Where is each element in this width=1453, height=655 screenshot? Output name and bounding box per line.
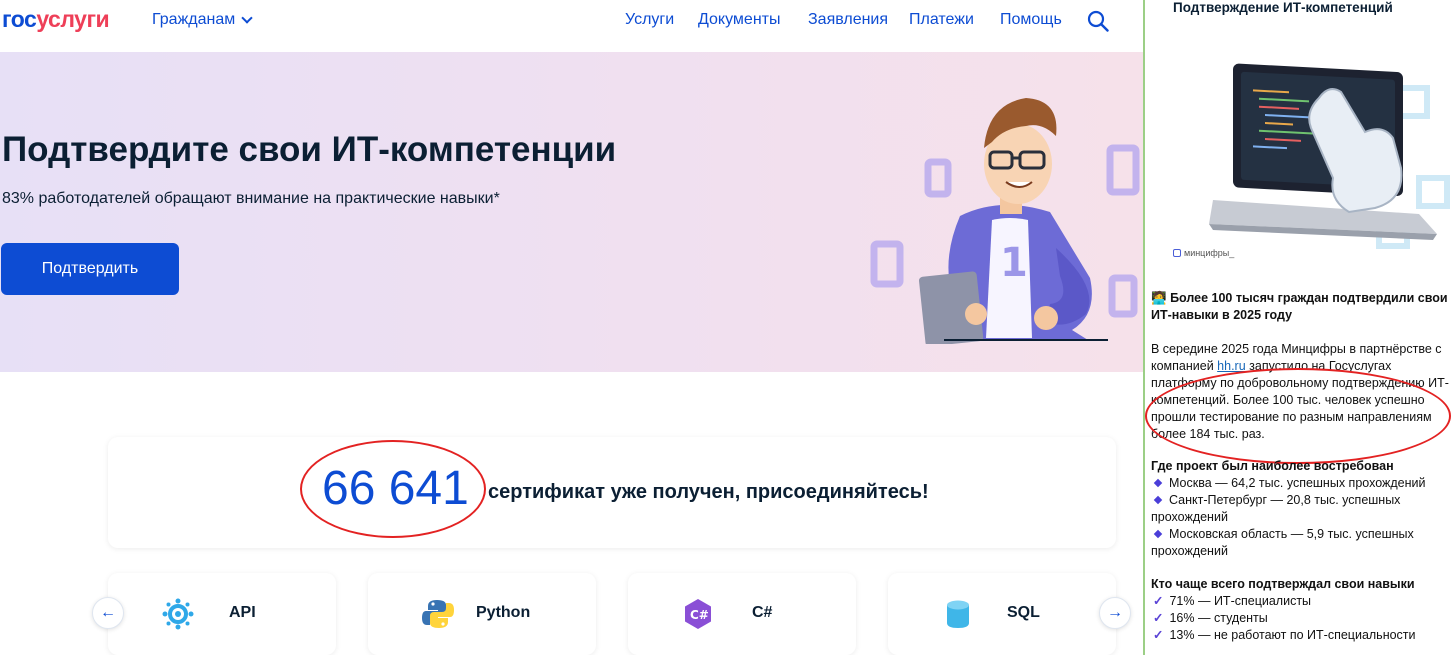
- arrow-left-icon: ←: [100, 604, 116, 621]
- nav-services[interactable]: Услуги: [625, 11, 674, 29]
- who-section: Кто чаще всего подтверждал свои навыки ✓…: [1151, 576, 1451, 644]
- nav-documents[interactable]: Документы: [698, 11, 780, 29]
- developer-illustration: 1: [870, 98, 1140, 344]
- carousel-prev-button[interactable]: ←: [92, 597, 124, 629]
- checkmark-icon: ✓: [1153, 594, 1164, 608]
- card-api[interactable]: API: [108, 573, 336, 655]
- chevron-down-icon: [241, 11, 253, 24]
- diamond-bullet-icon: [1153, 529, 1163, 539]
- certificate-text: сертификат уже получен, присоединяйтесь!: [488, 481, 929, 503]
- region-spb: Санкт-Петербург — 20,8 тыс. успешных про…: [1151, 493, 1401, 524]
- sql-icon: [947, 600, 969, 628]
- image-caption: минцифры_: [1184, 248, 1235, 258]
- nav-help[interactable]: Помощь: [1000, 11, 1062, 29]
- laptop-hand-image: [1209, 63, 1450, 249]
- gosuslugi-page: госуслуги Гражданам Услуги Документы Зая…: [0, 0, 1143, 655]
- csharp-icon: C#: [685, 599, 711, 629]
- hero-subtitle: 83% работодателей обращают внимание на п…: [2, 190, 500, 207]
- confirm-button[interactable]: Подтвердить: [1, 243, 179, 295]
- who-non-it: 13% — не работают по ИТ-специальности: [1169, 628, 1416, 642]
- logo-part-gos: гос: [2, 6, 37, 32]
- who-it-specialists: 71% — ИТ-специалисты: [1169, 594, 1312, 608]
- card-sql[interactable]: SQL: [888, 573, 1116, 655]
- carousel-next-button[interactable]: →: [1099, 597, 1131, 629]
- logo-part-uslugi: услуги: [36, 6, 110, 32]
- region-moscow: Москва — 64,2 тыс. успешных прохождений: [1169, 476, 1426, 490]
- who-students: 16% — студенты: [1169, 611, 1268, 625]
- svg-text:C#: C#: [690, 608, 709, 622]
- card-python[interactable]: Python: [368, 573, 596, 655]
- svg-text:1: 1: [1000, 240, 1028, 286]
- annotation-ellipse: [300, 440, 486, 538]
- api-icon: [162, 598, 194, 630]
- annotation-ellipse-panel: [1145, 368, 1451, 464]
- list-item: ✓ 71% — ИТ-специалисты: [1151, 594, 1311, 608]
- technologist-emoji-icon: 🧑‍💻: [1151, 291, 1167, 305]
- diamond-bullet-icon: [1153, 478, 1163, 488]
- arrow-right-icon: →: [1107, 604, 1123, 621]
- regions-section: Где проект был наиболее востребован Моск…: [1151, 458, 1451, 560]
- diamond-bullet-icon: [1153, 495, 1163, 505]
- news-panel: Подтверждение ИТ-компетенций минцифры_ 🧑…: [1145, 0, 1453, 655]
- site-header: госуслуги Гражданам Услуги Документы Зая…: [0, 0, 1143, 52]
- hero-banner: Подтвердите свои ИТ-компетенции 83% рабо…: [0, 52, 1143, 372]
- list-item: Санкт-Петербург — 20,8 тыс. успешных про…: [1151, 493, 1400, 524]
- list-item: Московская область — 5,9 тыс. успешных п…: [1151, 527, 1414, 558]
- nav-payments[interactable]: Платежи: [909, 11, 974, 29]
- card-label: C#: [752, 604, 773, 621]
- headline-text: Более 100 тысяч граждан подтвердили свои…: [1151, 291, 1448, 322]
- card-csharp[interactable]: C# C#: [628, 573, 856, 655]
- card-label: API: [229, 604, 256, 621]
- list-item: ✓ 13% — не работают по ИТ-специальности: [1151, 628, 1416, 642]
- card-label: SQL: [1007, 604, 1040, 621]
- list-item: Москва — 64,2 тыс. успешных прохождений: [1151, 476, 1425, 490]
- panel-title: Подтверждение ИТ-компетенций: [1173, 0, 1393, 15]
- python-icon: [422, 600, 454, 628]
- checkmark-icon: ✓: [1153, 611, 1164, 625]
- checkmark-icon: ✓: [1153, 628, 1164, 642]
- citizens-label: Гражданам: [152, 11, 236, 28]
- regions-title: Где проект был наиболее востребован: [1151, 459, 1394, 473]
- card-label: Python: [476, 604, 531, 621]
- region-moscow-oblast: Московская область — 5,9 тыс. успешных п…: [1151, 527, 1414, 558]
- citizens-dropdown[interactable]: Гражданам: [152, 11, 253, 29]
- panel-headline: 🧑‍💻 Более 100 тысяч граждан подтвердили …: [1151, 290, 1451, 324]
- who-title: Кто чаще всего подтверждал свои навыки: [1151, 577, 1415, 591]
- certificate-stats: 66 641 сертификат уже получен, присоедин…: [108, 437, 1116, 548]
- hero-title: Подтвердите свои ИТ-компетенции: [2, 130, 617, 169]
- mincifry-logo: минцифры_: [1173, 248, 1234, 258]
- search-icon[interactable]: [1087, 10, 1109, 32]
- gosuslugi-logo[interactable]: госуслуги: [2, 6, 110, 33]
- mincifry-mark-icon: [1173, 249, 1181, 257]
- list-item: ✓ 16% — студенты: [1151, 611, 1268, 625]
- nav-applications[interactable]: Заявления: [808, 11, 888, 29]
